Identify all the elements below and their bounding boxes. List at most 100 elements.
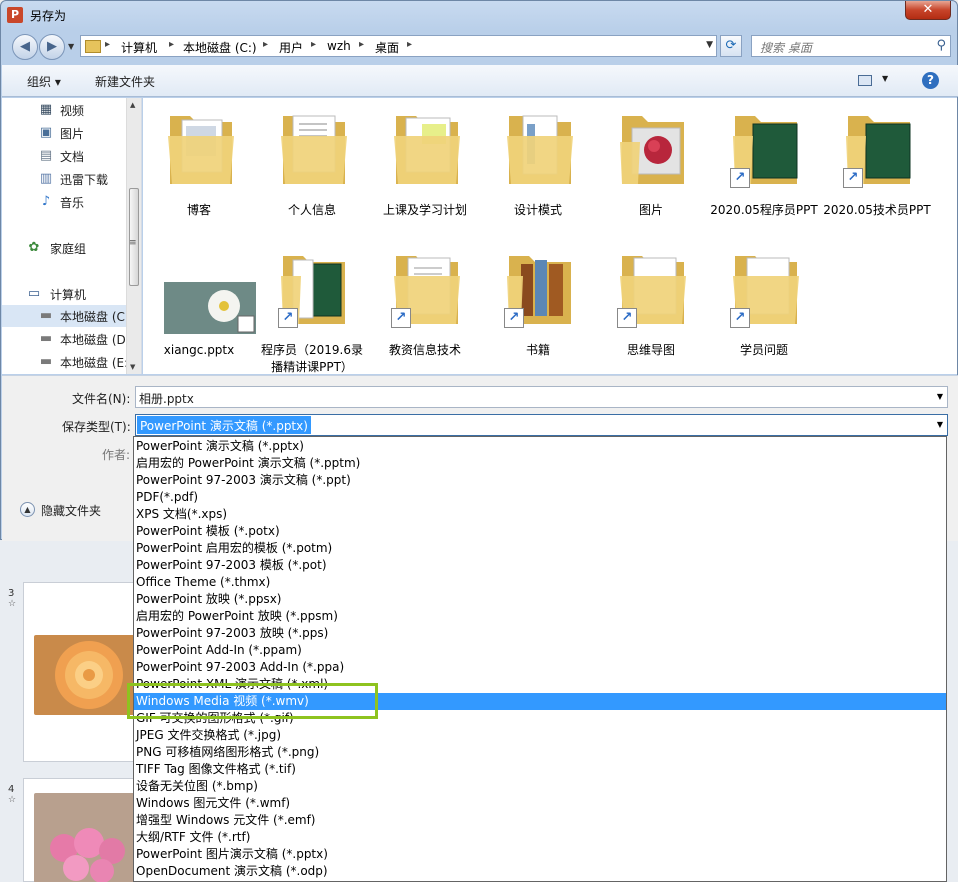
filetype-option[interactable]: PowerPoint 启用宏的模板 (*.potm)	[134, 540, 946, 557]
folder-item-pictures[interactable]: 图片	[595, 98, 707, 234]
breadcrumb-separator[interactable]: ▸	[407, 39, 412, 50]
breadcrumb-separator[interactable]: ▸	[169, 39, 174, 50]
filetype-option[interactable]: JPEG 文件交换格式 (*.jpg)	[134, 727, 946, 744]
filetype-option[interactable]: XPS 文档(*.xps)	[134, 506, 946, 523]
filetype-dropdown-icon[interactable]: ▼	[937, 420, 943, 429]
breadcrumb-separator[interactable]: ▸	[105, 39, 110, 50]
filetype-option[interactable]: PNG 可移植网络图形格式 (*.png)	[134, 744, 946, 761]
filetype-option[interactable]: 启用宏的 PowerPoint 放映 (*.ppsm)	[134, 608, 946, 625]
recent-pages-chevron-icon[interactable]: ▼	[68, 42, 74, 51]
sidebar-item-computer[interactable]: ▭ 计算机	[2, 283, 128, 305]
sidebar-item-drive-c[interactable]: ▬ 本地磁盘 (C	[2, 305, 128, 327]
filetype-option[interactable]: PowerPoint XML 演示文稿 (*.xml)	[134, 676, 946, 693]
breadcrumb-desktop[interactable]: 桌面	[375, 39, 399, 56]
folder-item-blog[interactable]: 博客	[143, 98, 255, 234]
slide-thumbnail-4[interactable]	[23, 778, 136, 882]
address-dropdown-icon[interactable]: ▼	[706, 40, 713, 50]
filetype-option[interactable]: 启用宏的 PowerPoint 演示文稿 (*.pptm)	[134, 455, 946, 472]
shortcut-item-student-questions[interactable]: ↗ 学员问题	[708, 238, 820, 374]
shortcut-item-2020-05-technician-ppt[interactable]: ↗ 2020.05技术员PPT	[821, 98, 933, 234]
filetype-option[interactable]: PowerPoint Add-In (*.ppam)	[134, 642, 946, 659]
breadcrumb-separator[interactable]: ▸	[311, 39, 316, 50]
back-button[interactable]: ◀	[12, 34, 38, 60]
filename-value: 相册.pptx	[139, 392, 194, 406]
shortcut-item-books[interactable]: ↗ 书籍	[482, 238, 594, 374]
folder-icon	[507, 115, 573, 184]
filetype-option[interactable]: PowerPoint 97-2003 模板 (*.pot)	[134, 557, 946, 574]
filetype-option[interactable]: PowerPoint 97-2003 演示文稿 (*.ppt)	[134, 472, 946, 489]
filetype-option[interactable]: Office Theme (*.thmx)	[134, 574, 946, 591]
breadcrumb-users[interactable]: 用户	[279, 39, 303, 56]
sidebar-item-pictures[interactable]: ▣ 图片	[2, 122, 128, 144]
filetype-option[interactable]: 增强型 Windows 元文件 (*.emf)	[134, 812, 946, 829]
filetype-option[interactable]: PowerPoint 图片演示文稿 (*.pptx)	[134, 846, 946, 863]
filetype-option[interactable]: OpenDocument 演示文稿 (*.odp)	[134, 863, 946, 880]
scrollbar-thumb[interactable]	[129, 188, 139, 286]
search-input[interactable]: 搜索 桌面 ⚲	[751, 35, 951, 57]
folder-item-class-plan[interactable]: 上课及学习计划	[369, 98, 481, 234]
view-dropdown-icon[interactable]: ▼	[882, 74, 888, 83]
filename-field[interactable]: 相册.pptx ▼	[135, 386, 948, 408]
navigation-scrollbar[interactable]: ▲ ≡ ▼	[126, 98, 141, 374]
shortcut-item-teaching-it[interactable]: ↗ 教资信息技术	[369, 238, 481, 374]
computer-icon: ▭	[27, 286, 41, 301]
filetype-option[interactable]: TIFF Tag 图像文件格式 (*.tif)	[134, 761, 946, 778]
folder-icon	[281, 115, 347, 184]
filename-dropdown-icon[interactable]: ▼	[937, 392, 943, 401]
filetype-option[interactable]: 大纲/RTF 文件 (*.rtf)	[134, 829, 946, 846]
filetype-option[interactable]: 设备无关位图 (*.bmp)	[134, 778, 946, 795]
scroll-up-icon[interactable]: ▲	[130, 101, 135, 109]
close-button[interactable]: ✕	[905, 1, 951, 20]
shortcut-item-2020-05-programmer-ppt[interactable]: ↗ 2020.05程序员PPT	[708, 98, 820, 234]
filetype-value: PowerPoint 演示文稿 (*.pptx)	[137, 416, 311, 434]
slide-number-3: 3 ☆	[8, 588, 17, 609]
forward-button[interactable]: ▶	[39, 34, 65, 60]
folder-item-personal-info[interactable]: 个人信息	[256, 98, 368, 234]
filetype-option[interactable]: PowerPoint 演示文稿 (*.pptx)	[134, 438, 946, 455]
sidebar-item-xunlei-downloads[interactable]: ▥ 迅雷下载	[2, 168, 128, 190]
refresh-button[interactable]: ⟳	[720, 35, 742, 57]
sidebar-item-drive-e[interactable]: ▬ 本地磁盘 (E:	[2, 351, 128, 373]
filetype-option[interactable]: GIF 可交换的图形格式 (*.gif)	[134, 710, 946, 727]
search-icon[interactable]: ⚲	[936, 38, 946, 53]
filetype-option[interactable]: Windows 图元文件 (*.wmf)	[134, 795, 946, 812]
breadcrumb-computer[interactable]: 计算机	[121, 39, 157, 56]
breadcrumb-wzh[interactable]: wzh	[327, 39, 351, 53]
shortcut-arrow-icon: ↗	[391, 308, 411, 328]
filetype-option[interactable]: PowerPoint 放映 (*.ppsx)	[134, 591, 946, 608]
title-bar[interactable]: P 另存为 ✕	[1, 1, 957, 29]
filetype-option[interactable]: PDF(*.pdf)	[134, 489, 946, 506]
filetype-select[interactable]: PowerPoint 演示文稿 (*.pptx) ▼	[135, 414, 948, 436]
sidebar-item-drive-d[interactable]: ▬ 本地磁盘 (D	[2, 328, 128, 350]
shortcut-item-mind-maps[interactable]: ↗ 思维导图	[595, 238, 707, 374]
view-options-icon[interactable]	[858, 75, 872, 86]
file-item-xiangc-pptx[interactable]: xiangc.pptx	[143, 238, 256, 374]
breadcrumb-drive-c[interactable]: 本地磁盘 (C:)	[183, 39, 257, 56]
filetype-option[interactable]: PowerPoint 97-2003 放映 (*.pps)	[134, 625, 946, 642]
filetype-option[interactable]: PowerPoint 97-2003 Add-In (*.ppa)	[134, 659, 946, 676]
slide-number-4: 4 ☆	[8, 784, 17, 805]
new-folder-button[interactable]: 新建文件夹	[95, 73, 155, 90]
help-icon[interactable]: ?	[922, 72, 939, 89]
sidebar-item-documents[interactable]: ▤ 文档	[2, 145, 128, 167]
slide-thumbnail-3[interactable]	[23, 582, 136, 762]
folder-item-design-patterns[interactable]: 设计模式	[482, 98, 594, 234]
breadcrumb-separator[interactable]: ▸	[359, 39, 364, 50]
breadcrumb-separator[interactable]: ▸	[263, 39, 268, 50]
file-label: 思维导图	[626, 343, 675, 357]
navigation-bar: ◀ ▶ ▼ ▸ 计算机 ▸ 本地磁盘 (C:) ▸ 用户 ▸ wzh ▸ 桌面 …	[1, 31, 957, 63]
filename-label: 文件名(N):	[72, 392, 131, 406]
filetype-option[interactable]: PowerPoint 模板 (*.potx)	[134, 523, 946, 540]
address-bar[interactable]: ▸ 计算机 ▸ 本地磁盘 (C:) ▸ 用户 ▸ wzh ▸ 桌面 ▸ ▼	[80, 35, 717, 57]
sidebar-item-music[interactable]: ♪ 音乐	[2, 191, 128, 213]
organize-button[interactable]: 组织 ▾	[27, 73, 61, 90]
filetype-option[interactable]: Windows Media 视频 (*.wmv)	[134, 693, 946, 710]
sidebar-item-videos[interactable]: ▦ 视频	[2, 99, 128, 121]
shortcut-item-programmer-2019-6[interactable]: ↗ 程序员（2019.6录播精讲课PPT）	[256, 238, 368, 374]
pictures-icon: ▣	[39, 125, 53, 140]
sidebar-item-homegroup[interactable]: ✿ 家庭组	[2, 237, 128, 259]
file-label: 2020.05程序员PPT	[710, 203, 818, 217]
sidebar-item-label: 计算机	[50, 288, 87, 302]
sidebar-item-label: 本地磁盘 (D	[60, 333, 126, 347]
scroll-down-icon[interactable]: ▼	[130, 363, 135, 371]
